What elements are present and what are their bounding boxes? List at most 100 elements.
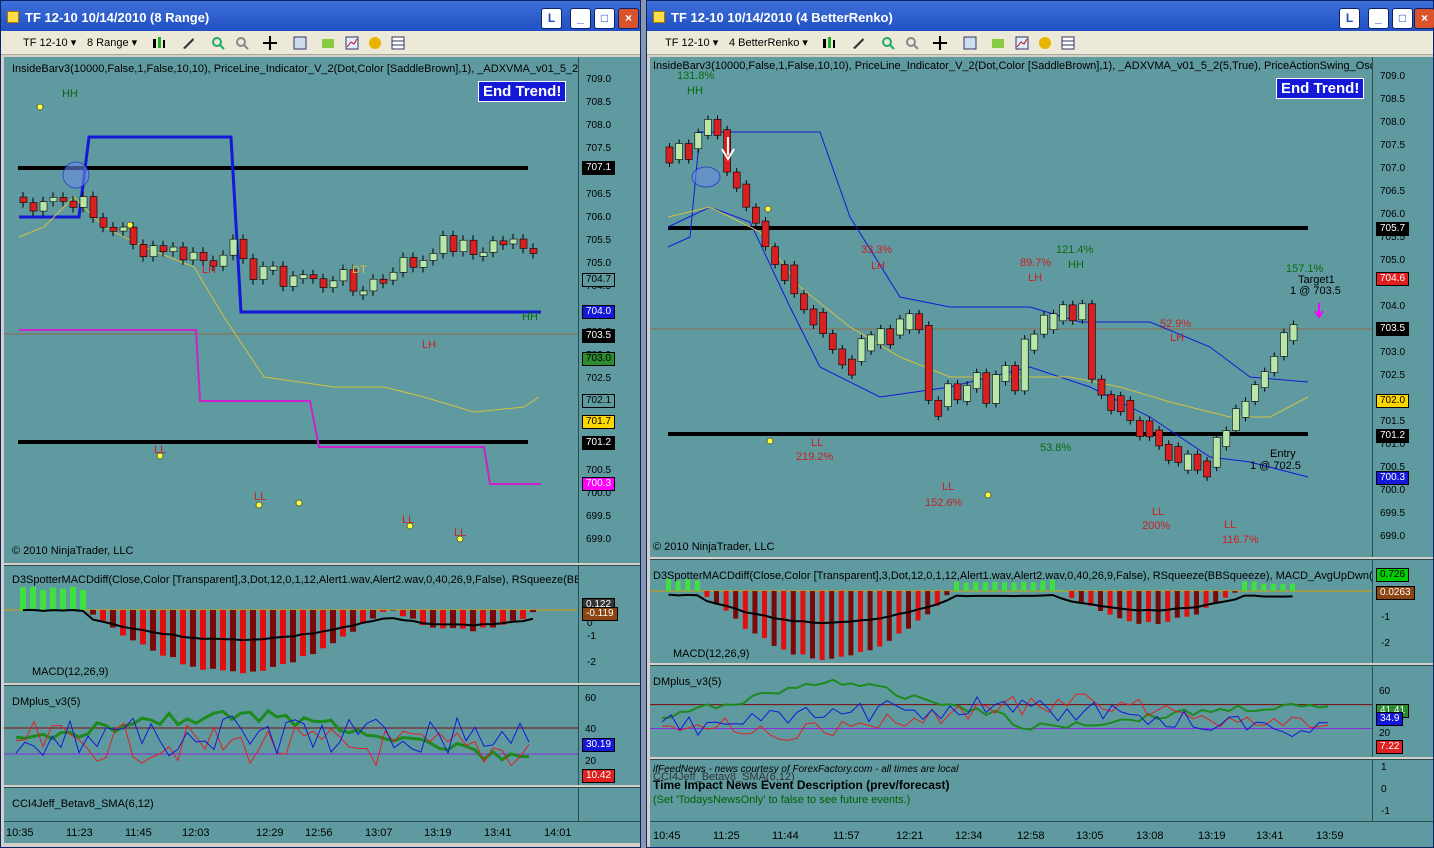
crosshair-icon[interactable] xyxy=(263,36,277,50)
candle xyxy=(399,257,408,273)
drawing-tool-icon[interactable] xyxy=(181,36,195,50)
price-tick: 707.0 xyxy=(1380,163,1406,174)
right-minimize-button[interactable]: _ xyxy=(1368,8,1389,29)
right-price-panel[interactable]: 131.8% HH 33.3% LH 89.7% LH 121.4% HH 157.1% Targ… xyxy=(650,57,1372,557)
price-tick: 700.5 xyxy=(586,465,612,476)
price-tick: 709.0 xyxy=(1380,71,1406,82)
zoom-in-icon[interactable] xyxy=(881,36,895,50)
right-interval-select[interactable]: 4 BetterRenko ▾ xyxy=(729,36,808,49)
crosshair-icon[interactable] xyxy=(933,36,947,50)
macd-bar xyxy=(954,581,959,591)
chart-trader-icon[interactable] xyxy=(345,36,359,50)
right-cci-axis[interactable]: 1 0 -1 xyxy=(1372,759,1433,821)
left-price-chart: HHLH DTLHHHLLLLLLLL xyxy=(4,88,578,543)
strategy-icon[interactable] xyxy=(321,36,335,50)
right-macd-axis[interactable]: 0 -1 -2 0.726 0.0263 xyxy=(1372,559,1433,663)
left-close-button[interactable]: × xyxy=(618,8,639,29)
candle xyxy=(19,196,28,203)
macd-bar xyxy=(330,610,336,644)
candle xyxy=(963,385,971,402)
candle xyxy=(790,264,799,295)
price-tick: 708.0 xyxy=(1380,117,1406,128)
candle xyxy=(329,280,338,288)
right-chart-menu-button[interactable]: L xyxy=(1339,8,1360,29)
currency-icon[interactable] xyxy=(1038,36,1052,50)
macd-bar xyxy=(1155,591,1161,625)
right-time-axis[interactable]: 10:45 11:25 11:44 11:57 12:21 12:34 12:58 13:05… xyxy=(650,821,1433,847)
left-price-panel[interactable]: HH LH DT LH HH LL LL LL LL InsideBarv3(10000,Fal… xyxy=(4,57,578,563)
macd-bar xyxy=(704,591,710,597)
candle xyxy=(1116,395,1125,413)
data-box-icon[interactable] xyxy=(1061,36,1075,50)
bar-type-icon[interactable] xyxy=(151,36,165,50)
left-macd-panel[interactable]: D3SpotterMACDdiff(Close,Color [Transpare… xyxy=(4,565,578,683)
macd-bar xyxy=(1184,591,1190,617)
candle xyxy=(479,252,488,257)
right-dm-label: DMplus_v3(5) xyxy=(653,676,722,688)
right-price-axis[interactable]: 709.0 708.5 708.0 707.5 707.0 706.5 706.0 705.5… xyxy=(1372,57,1433,557)
right-title-bar[interactable]: TF 12-10 10/14/2010 (4 BetterRenko) L _ … xyxy=(647,1,1434,35)
candle xyxy=(449,235,458,252)
right-chart-window: TF 12-10 10/14/2010 (4 BetterRenko) L _ … xyxy=(646,0,1434,848)
candle xyxy=(1011,365,1019,392)
left-title-bar[interactable]: TF 12-10 10/14/2010 (8 Range) L _ □ × xyxy=(1,1,640,35)
left-cci-panel[interactable]: CCI4Jeff_Betav8_SMA(6,12) xyxy=(4,787,578,821)
price-tick: 706.5 xyxy=(586,189,612,200)
candle xyxy=(179,246,188,261)
candle xyxy=(771,246,779,265)
currency-icon[interactable] xyxy=(368,36,382,50)
left-instrument-select[interactable]: TF 12-10 ▾ xyxy=(23,36,76,49)
macd-bar xyxy=(906,591,911,629)
price-value-tag: 702.0 xyxy=(1376,394,1410,408)
right-instrument-select[interactable]: TF 12-10 ▾ xyxy=(665,36,718,49)
chart-annotation: LH xyxy=(1170,332,1184,344)
data-box-icon[interactable] xyxy=(391,36,405,50)
left-indicators-line: InsideBarv3(10000,False,1,False,10,10), … xyxy=(12,63,578,75)
time-tick: 11:57 xyxy=(833,830,860,842)
right-end-trend-badge: End Trend! xyxy=(1276,78,1365,99)
right-maximize-button[interactable]: □ xyxy=(1392,8,1413,29)
macd-bar xyxy=(790,591,796,655)
left-maximize-button[interactable]: □ xyxy=(594,8,615,29)
zoom-in-icon[interactable] xyxy=(211,36,225,50)
zoom-out-icon[interactable] xyxy=(905,36,919,50)
left-minimize-button[interactable]: _ xyxy=(570,8,591,29)
left-chart-menu-button[interactable]: L xyxy=(541,8,562,29)
left-interval-select[interactable]: 8 Range ▾ xyxy=(87,36,137,49)
time-tick: 10:35 xyxy=(6,827,34,839)
strategy-icon[interactable] xyxy=(991,36,1005,50)
price-value-tag: 701.7 xyxy=(582,415,616,429)
left-macd-axis[interactable]: 0 -1 -2 0.122 -0.119 xyxy=(578,565,640,683)
right-close-button[interactable]: × xyxy=(1414,8,1434,29)
properties-icon[interactable] xyxy=(293,36,307,50)
right-macd-panel[interactable]: D3SpotterMACDdiff(Close,Color [Transpare… xyxy=(650,559,1372,663)
zoom-out-icon[interactable] xyxy=(235,36,249,50)
left-price-axis[interactable]: 709.0708.5708.0707.5707.0706.5706.0705.5… xyxy=(578,57,640,563)
chart-trader-icon[interactable] xyxy=(1015,36,1029,50)
right-news-panel[interactable]: ifFeedNews - news courtesy of ForexFacto… xyxy=(650,759,1372,821)
macd-bar xyxy=(1117,591,1123,619)
left-time-axis[interactable]: 10:35 11:23 11:45 12:03 12:29 12:56 13:07 13:19… xyxy=(4,821,640,843)
drawing-tool-icon[interactable] xyxy=(851,36,865,50)
macd-bar xyxy=(992,581,998,591)
price-tick: 699.0 xyxy=(586,534,612,545)
bar-type-icon[interactable] xyxy=(821,36,835,50)
right-dm-axis[interactable]: 60 40 20 41.41 34.9 7.22 xyxy=(1372,665,1433,757)
time-tick: 13:08 xyxy=(1136,830,1164,842)
candle xyxy=(59,197,68,202)
time-tick: 13:19 xyxy=(1198,830,1226,842)
candle xyxy=(1001,365,1010,382)
candle xyxy=(857,338,866,362)
candle xyxy=(229,238,238,256)
candle xyxy=(169,246,178,252)
dm-value-tag: 34.9 xyxy=(1376,712,1404,726)
candle xyxy=(69,200,78,208)
left-dm-axis[interactable]: 60 40 20 30.19 10.42 xyxy=(578,685,640,785)
candle xyxy=(79,196,88,208)
right-dm-panel[interactable]: DMplus_v3(5) xyxy=(650,665,1372,757)
candle xyxy=(1184,453,1192,471)
candle xyxy=(800,293,808,311)
left-dm-panel[interactable]: DMplus_v3(5) xyxy=(4,685,578,785)
candle xyxy=(519,238,528,249)
properties-icon[interactable] xyxy=(963,36,977,50)
